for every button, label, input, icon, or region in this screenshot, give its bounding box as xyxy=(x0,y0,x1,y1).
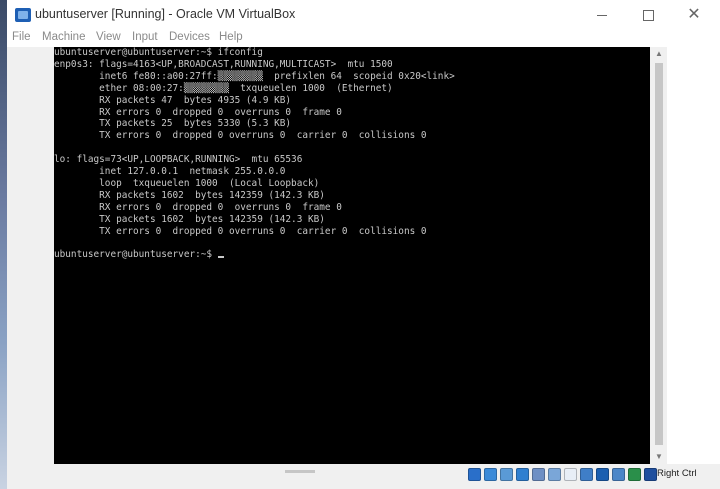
cpu-icon[interactable] xyxy=(612,468,625,481)
optical-drive-icon[interactable] xyxy=(484,468,497,481)
minimize-icon xyxy=(597,14,607,16)
terminal-cursor xyxy=(217,256,224,259)
guest-screen[interactable]: ubuntuserver@ubuntuserver:~$ ifconfig en… xyxy=(54,47,650,464)
terminal-line: ubuntuserver@ubuntuserver:~$ ifconfig xyxy=(54,47,263,58)
vm-display-area: ubuntuserver@ubuntuserver:~$ ifconfig en… xyxy=(7,47,651,464)
close-icon: ✕ xyxy=(687,6,701,23)
desktop-background xyxy=(0,0,7,489)
virtualbox-app-icon xyxy=(15,8,31,22)
terminal-line: TX errors 0 dropped 0 overruns 0 carrier… xyxy=(54,225,427,237)
host-key-arrow-icon[interactable] xyxy=(644,468,657,481)
vertical-scrollbar[interactable]: ▲ ▼ xyxy=(651,47,667,464)
terminal-prompt: ubuntuserver@ubuntuserver:~$ xyxy=(54,249,218,261)
terminal-line: TX packets 25 bytes 5330 (5.3 KB) xyxy=(54,118,292,130)
scroll-up-arrow-icon[interactable]: ▲ xyxy=(651,47,667,61)
terminal-output[interactable]: ubuntuserver@ubuntuserver:~$ ifconfig en… xyxy=(54,47,455,261)
terminal-line: RX packets 47 bytes 4935 (4.9 KB) xyxy=(54,94,292,106)
menu-file[interactable]: File xyxy=(12,31,31,43)
hard-disk-icon[interactable] xyxy=(468,468,481,481)
title-bar[interactable]: ubuntuserver [Running] - Oracle VM Virtu… xyxy=(7,0,720,30)
status-bar: Right Ctrl xyxy=(7,464,720,489)
recording-icon[interactable] xyxy=(596,468,609,481)
terminal-line: loop txqueuelen 1000 (Local Loopback) xyxy=(54,177,320,189)
terminal-line: TX packets 1602 bytes 142359 (142.3 KB) xyxy=(54,213,325,225)
status-indicators xyxy=(468,466,657,483)
terminal-line: RX errors 0 dropped 0 overruns 0 frame 0 xyxy=(54,106,342,118)
maximize-button[interactable] xyxy=(625,0,671,30)
menu-bar: File Machine View Input Devices Help xyxy=(7,30,720,47)
host-key-label: Right Ctrl xyxy=(657,468,697,479)
scroll-down-arrow-icon[interactable]: ▼ xyxy=(651,450,667,464)
menu-machine[interactable]: Machine xyxy=(42,31,85,43)
virtualbox-window: ubuntuserver [Running] - Oracle VM Virtu… xyxy=(0,0,720,489)
video-capture-icon[interactable] xyxy=(580,468,593,481)
window-title: ubuntuserver [Running] - Oracle VM Virtu… xyxy=(35,7,296,21)
terminal-line: TX errors 0 dropped 0 overruns 0 carrier… xyxy=(54,130,427,142)
shared-folders-icon[interactable] xyxy=(548,468,561,481)
audio-icon[interactable] xyxy=(500,468,513,481)
horizontal-scroll-thumb[interactable] xyxy=(285,470,315,473)
terminal-line: RX packets 1602 bytes 142359 (142.3 KB) xyxy=(54,189,325,201)
menu-help[interactable]: Help xyxy=(219,31,243,43)
terminal-line: ether 08:00:27:▒▒▒▒▒▒▒▒ txqueuelen 1000 … xyxy=(54,82,393,94)
terminal-line: inet 127.0.0.1 netmask 255.0.0.0 xyxy=(54,166,286,178)
minimize-button[interactable] xyxy=(579,0,625,30)
menu-input[interactable]: Input xyxy=(132,31,158,43)
usb-icon[interactable] xyxy=(532,468,545,481)
terminal-line: lo: flags=73<UP,LOOPBACK,RUNNING> mtu 65… xyxy=(54,154,303,166)
network-icon[interactable] xyxy=(516,468,529,481)
terminal-line: inet6 fe80::a00:27ff:▒▒▒▒▒▒▒▒ prefixlen … xyxy=(54,70,455,82)
terminal-line: enp0s3: flags=4163<UP,BROADCAST,RUNNING,… xyxy=(54,58,393,70)
close-button[interactable]: ✕ xyxy=(671,0,717,30)
menu-devices[interactable]: Devices xyxy=(169,31,210,43)
display-icon[interactable] xyxy=(564,468,577,481)
mouse-integration-icon[interactable] xyxy=(628,468,641,481)
menu-view[interactable]: View xyxy=(96,31,121,43)
vertical-scroll-thumb[interactable] xyxy=(655,63,663,445)
terminal-line: RX errors 0 dropped 0 overruns 0 frame 0 xyxy=(54,201,342,213)
maximize-icon xyxy=(642,9,654,21)
